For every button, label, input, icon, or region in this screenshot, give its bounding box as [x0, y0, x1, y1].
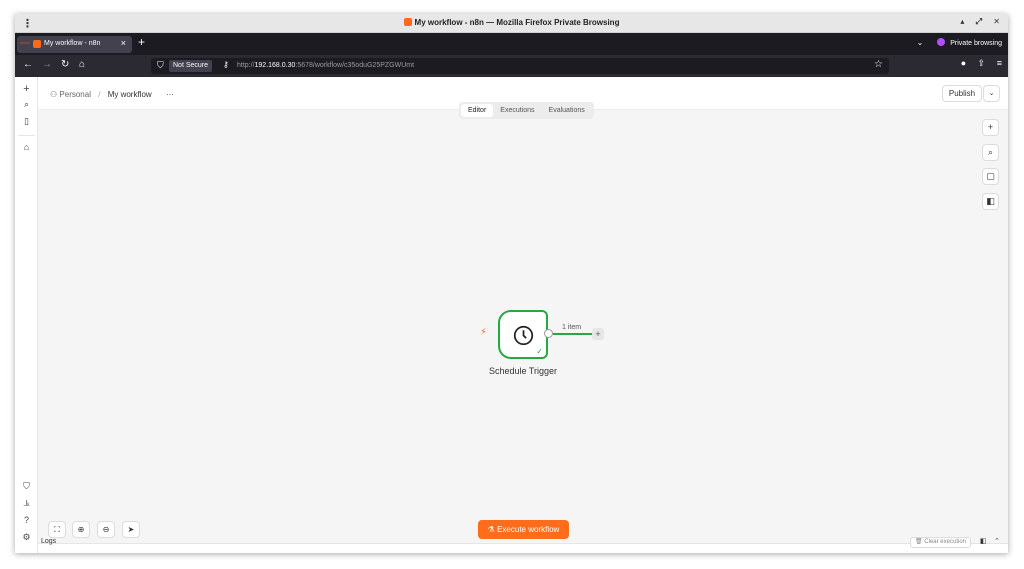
toggle-sidebar-icon[interactable]: ▯: [20, 116, 33, 127]
nav-right-icons: ● ⇪ ≡: [952, 58, 1002, 69]
account-icon[interactable]: ●: [961, 58, 966, 68]
left-sidebar: + ⌕ ▯ ⌂ ⛉ ⫡ ? ⚙: [15, 77, 38, 553]
new-tab-button[interactable]: +: [138, 35, 145, 49]
navigation-bar: ← → ↻ ⌂ ⛉ Not Secure ⚷ http://192.168.0.…: [15, 55, 1008, 77]
publish-button[interactable]: Publish: [942, 85, 982, 102]
url-text[interactable]: http://192.168.0.30:5678/workflow/c35odu…: [237, 62, 414, 69]
window-controls: ▴ ⤢ ✕: [951, 17, 1000, 27]
trash-icon: 🗑: [915, 539, 923, 545]
output-item-count: 1 item: [562, 324, 582, 331]
url-host: 192.168.0.30: [254, 62, 296, 69]
zoom-out-button[interactable]: ⊖: [97, 521, 115, 538]
tracking-shield-icon[interactable]: ⛉: [157, 60, 164, 71]
schedule-trigger-node[interactable]: ✓: [498, 310, 548, 359]
pointer-mode-button[interactable]: ➤: [122, 521, 140, 538]
home-button[interactable]: ⌂: [79, 59, 85, 70]
private-browsing-label: Private browsing: [950, 40, 1002, 47]
browser-window: ⋮ My workflow - n8n — Mozilla Firefox Pr…: [15, 14, 1008, 553]
clear-execution-button[interactable]: 🗑 Clear execution: [910, 537, 971, 548]
window-title: My workflow - n8n — Mozilla Firefox Priv…: [15, 18, 1008, 27]
mode-switcher: Editor Executions Evaluations: [459, 102, 594, 119]
fit-view-button[interactable]: ⛶: [48, 521, 66, 538]
publish-dropdown-button[interactable]: ⌄: [983, 85, 1000, 102]
tab-executions[interactable]: Executions: [493, 104, 541, 117]
clear-execution-label: Clear execution: [924, 539, 966, 545]
title-bar: ⋮ My workflow - n8n — Mozilla Firefox Pr…: [15, 14, 1008, 33]
list-all-tabs-icon[interactable]: ⌄: [917, 38, 924, 47]
breadcrumb-separator: /: [98, 90, 101, 99]
output-connector[interactable]: [544, 329, 553, 338]
logs-panel-icon[interactable]: ◧: [980, 537, 987, 545]
private-mask-icon: [937, 38, 946, 46]
workflow-name[interactable]: My workflow: [108, 90, 152, 99]
n8n-favicon-icon: [403, 18, 412, 26]
n8n-app: + ⌕ ▯ ⌂ ⛉ ⫡ ? ⚙ ⚇ Personal / My workflow…: [15, 77, 1008, 553]
output-edge[interactable]: [553, 333, 592, 335]
not-secure-badge[interactable]: Not Secure: [169, 60, 213, 72]
reload-button[interactable]: ↻: [61, 59, 69, 70]
window-title-text: My workflow - n8n — Mozilla Firefox Priv…: [414, 18, 620, 27]
close-window-icon[interactable]: ✕: [993, 17, 1000, 26]
more-options-icon[interactable]: ···: [166, 90, 174, 99]
tab-evaluations[interactable]: Evaluations: [542, 104, 592, 117]
insights-icon[interactable]: ⫡: [20, 498, 33, 509]
home-icon[interactable]: ⌂: [20, 142, 33, 152]
templates-icon[interactable]: ⛉: [20, 481, 33, 492]
settings-icon[interactable]: ⚙: [20, 532, 33, 543]
tab-label: My workflow - n8n: [44, 40, 101, 47]
logs-label[interactable]: Logs: [41, 538, 56, 545]
add-node-button[interactable]: +: [982, 119, 999, 136]
minimize-icon[interactable]: ▴: [960, 17, 964, 26]
execute-workflow-label: Execute workflow: [497, 525, 560, 534]
toggle-panel-button[interactable]: ◧: [982, 193, 999, 210]
execute-workflow-button[interactable]: ⚗ Execute workflow: [478, 520, 569, 539]
expand-logs-icon[interactable]: ⌃: [994, 537, 1000, 545]
success-check-icon: ✓: [536, 347, 543, 356]
sticky-note-button[interactable]: ▢: [982, 168, 999, 185]
node-label: Schedule Trigger: [488, 366, 558, 376]
search-icon[interactable]: ⌕: [20, 99, 33, 110]
tab-strip: My workflow - n8n × + ⌄ Private browsing: [15, 33, 1008, 55]
sidebar-divider: [18, 135, 35, 136]
help-icon[interactable]: ?: [20, 515, 33, 525]
bookmark-star-icon[interactable]: ☆: [874, 59, 883, 70]
maximize-icon[interactable]: ⤢: [976, 17, 982, 26]
tab-my-workflow[interactable]: My workflow - n8n ×: [17, 36, 132, 53]
n8n-tab-favicon-icon: [33, 40, 41, 48]
add-icon[interactable]: +: [20, 83, 33, 95]
add-next-node-button[interactable]: +: [592, 328, 604, 340]
forward-button[interactable]: →: [42, 59, 52, 70]
url-bar[interactable]: ⛉ Not Secure ⚷ http://192.168.0.30:5678/…: [151, 58, 889, 74]
trigger-bolt-icon: ⚡: [480, 327, 488, 338]
flask-icon: ⚗: [487, 525, 495, 534]
breadcrumb-project[interactable]: Personal: [59, 90, 91, 99]
logs-bar[interactable]: [38, 543, 1008, 553]
hamburger-menu-icon[interactable]: ≡: [997, 58, 1002, 68]
project-icon: ⚇: [50, 90, 58, 99]
zoom-in-button[interactable]: ⊕: [72, 521, 90, 538]
canvas-search-button[interactable]: ⌕: [982, 144, 999, 161]
workflow-canvas[interactable]: + ⌕ ▢ ◧ ⚡ ✓ 1 item + Schedule Trigger ⛶ …: [38, 110, 1008, 543]
url-prefix: http://: [237, 62, 255, 69]
url-path: :5678/workflow/c35oduG25PZGWUmt: [295, 62, 415, 69]
back-button[interactable]: ←: [23, 59, 33, 70]
tab-strip-right: ⌄ Private browsing: [917, 38, 1002, 47]
tab-loading-indicator: [20, 42, 30, 45]
clock-icon: [513, 325, 534, 346]
breadcrumb: ⚇ Personal / My workflow ···: [50, 90, 174, 99]
tab-close-icon[interactable]: ×: [121, 38, 126, 48]
tab-editor[interactable]: Editor: [461, 104, 494, 117]
extensions-icon[interactable]: ⇪: [978, 58, 986, 68]
permissions-key-icon[interactable]: ⚷: [223, 60, 229, 69]
